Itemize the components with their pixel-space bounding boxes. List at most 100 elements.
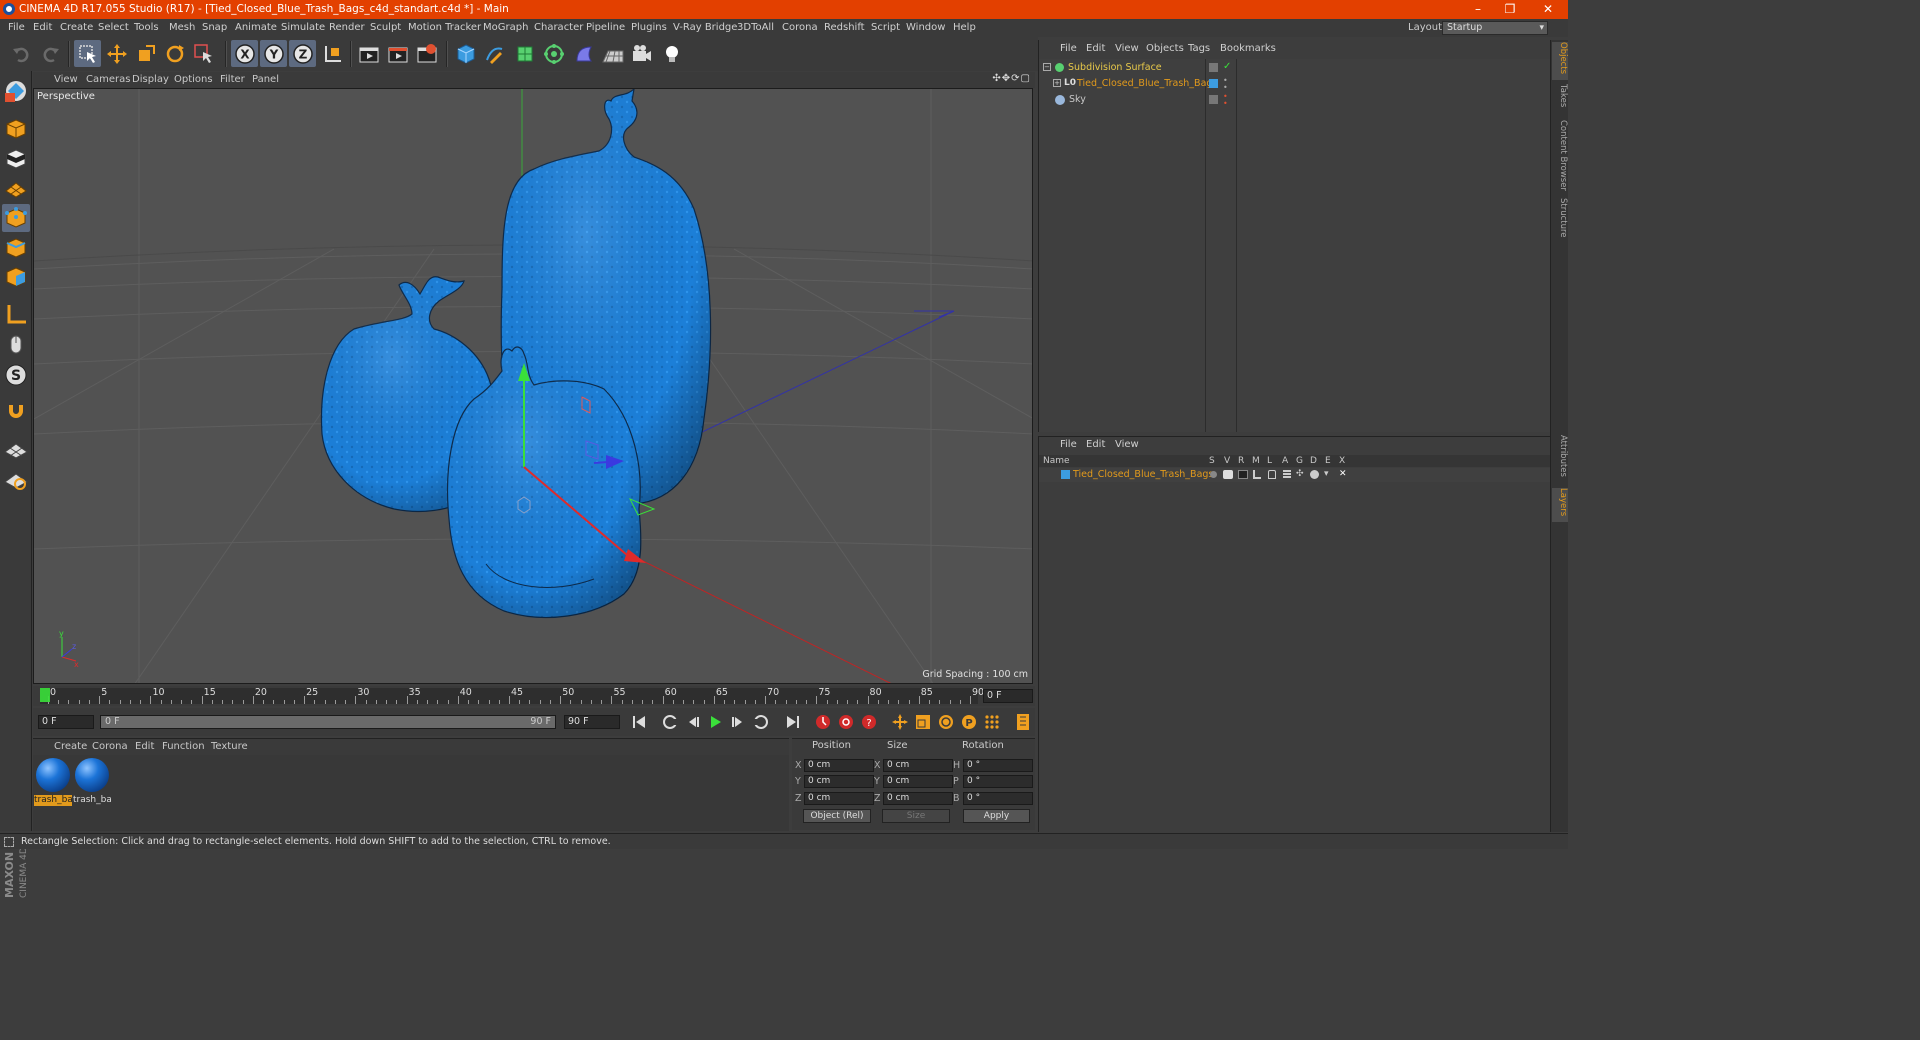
go-to-end-icon[interactable] [783,712,803,732]
play-forward-icon[interactable] [705,712,725,732]
rotation-key-icon[interactable] [936,712,956,732]
timeline-window-icon[interactable] [1013,712,1033,732]
menu-plugins[interactable]: Plugins [631,22,667,33]
layer-tag-icon[interactable] [1209,63,1218,72]
model-mode-icon[interactable] [2,115,30,143]
solo-toggle-icon[interactable] [1210,471,1217,478]
viewport-menu-panel[interactable]: Panel [252,74,279,85]
viewport-menu-filter[interactable]: Filter [220,74,245,85]
collapse-toggle-icon[interactable]: − [1043,63,1051,71]
tab-objects[interactable]: Objects [1552,42,1568,80]
material-menu-corona[interactable]: Corona [92,741,128,752]
layers-menu-file[interactable]: File [1060,439,1077,450]
position-z-field[interactable]: 0 cm [804,792,874,805]
keyframe-selection-icon[interactable]: ? [859,712,879,732]
layout-select[interactable]: Startup [1442,21,1548,35]
generators-icon[interactable]: ✣ [1296,469,1304,479]
layers-menu-edit[interactable]: Edit [1086,439,1105,450]
make-editable-icon[interactable] [2,77,30,105]
restore-button[interactable]: ❐ [1492,0,1528,19]
render-view-icon[interactable] [355,40,382,67]
object-row-sky[interactable]: Sky • • [1039,92,1551,108]
menu-render[interactable]: Render [329,22,365,33]
visibility-dots-icon[interactable]: • • [1223,77,1228,92]
deformers-icon[interactable] [1310,470,1319,479]
size-y-field[interactable]: 0 cm [883,775,953,788]
floor-scene-icon[interactable] [599,40,626,67]
coordinate-mode-select[interactable]: Object (Rel) [803,809,871,823]
edges-mode-icon[interactable] [2,234,30,262]
snapping-icon[interactable]: S [2,361,30,389]
layers-menu-view[interactable]: View [1115,439,1139,450]
workplane-icon[interactable] [2,174,30,202]
viewport-menu-options[interactable]: Options [174,74,213,85]
locked-workplane-icon[interactable] [2,436,30,464]
menu-sculpt[interactable]: Sculpt [370,22,401,33]
material-menu-edit[interactable]: Edit [135,741,154,752]
menu-snap[interactable]: Snap [202,22,227,33]
menu-motion-tracker[interactable]: Motion Tracker [408,22,481,33]
menu-file[interactable]: File [8,22,25,33]
start-frame-field[interactable]: 0 F [38,715,94,729]
texture-mode-icon[interactable] [2,145,30,173]
rotation-p-field[interactable]: 0 ° [963,775,1033,788]
cloner-icon[interactable] [540,40,567,67]
menu-redshift[interactable]: Redshift [824,22,865,33]
render-clapper-icon[interactable] [1238,470,1248,479]
scale-tool-icon[interactable] [132,40,159,67]
rotation-b-field[interactable]: 0 ° [963,792,1033,805]
material-swatch[interactable]: trash_ba [73,757,111,807]
cube-object-icon[interactable] [452,40,479,67]
viewport-navigation-icons[interactable]: ✣✥⟳▢ [992,73,1031,84]
recent-tools-icon[interactable] [190,40,217,67]
position-y-field[interactable]: 0 cm [804,775,874,788]
menu-simulate[interactable]: Simulate [281,22,325,33]
menu-select[interactable]: Select [98,22,129,33]
layer-color-icon[interactable] [1061,470,1070,479]
rotate-tool-icon[interactable] [161,40,188,67]
undo-icon[interactable] [8,40,35,67]
object-row-trash-bags[interactable]: + L0 Tied_Closed_Blue_Trash_Bags • • [1039,76,1551,92]
menu-corona[interactable]: Corona [782,22,818,33]
position-key-icon[interactable] [890,712,910,732]
tweak-mode-icon[interactable] [2,331,30,359]
next-key-icon[interactable] [751,712,771,732]
menu-create[interactable]: Create [60,22,93,33]
live-selection-icon[interactable] [74,40,101,67]
objects-menu-edit[interactable]: Edit [1086,43,1105,54]
material-swatch[interactable]: trash_ba [34,757,72,807]
pen-spline-icon[interactable] [481,40,508,67]
object-row-subdivision-surface[interactable]: − Subdivision Surface ✓ [1039,60,1551,76]
workplane-rotate-icon[interactable] [2,466,30,494]
timeline-track[interactable]: 0 5 10 15 20 25 30 35 40 45 50 55 60 65 70 75 80 85 90 [40,687,984,704]
menu-edit[interactable]: Edit [33,22,52,33]
objects-menu-tags[interactable]: Tags [1188,43,1210,54]
objects-menu-bookmarks[interactable]: Bookmarks [1220,43,1276,54]
size-z-field[interactable]: 0 cm [883,792,953,805]
coordinate-system-icon[interactable] [319,40,346,67]
menu-window[interactable]: Window [906,22,945,33]
viewport-menu-display[interactable]: Display [132,74,169,85]
render-picture-viewer-icon[interactable] [384,40,411,67]
menu-mesh[interactable]: Mesh [169,22,195,33]
expressions-icon[interactable]: ▾ [1324,469,1329,479]
xref-icon[interactable]: ✕ [1339,469,1347,479]
parameter-key-icon[interactable]: P [959,712,979,732]
points-mode-icon[interactable] [2,204,30,232]
manager-icon[interactable] [1253,470,1261,479]
menu-character[interactable]: Character [534,22,583,33]
polygons-mode-icon[interactable] [2,263,30,291]
lock-icon[interactable] [1268,470,1276,479]
objects-menu-objects[interactable]: Objects [1146,43,1184,54]
material-menu-function[interactable]: Function [162,741,205,752]
tab-content-browser[interactable]: Content Browser [1552,120,1568,194]
z-axis-lock-icon[interactable]: Z [289,40,316,67]
subdivision-surface-icon[interactable] [511,40,538,67]
objects-menu-file[interactable]: File [1060,43,1077,54]
layer-tag-icon[interactable] [1209,95,1218,104]
frame-range-slider[interactable]: 0 F 90 F [100,715,556,729]
playhead[interactable] [40,688,50,702]
deformer-icon[interactable] [570,40,597,67]
axis-mode-icon[interactable] [2,301,30,329]
apply-button[interactable]: Apply [963,809,1030,823]
